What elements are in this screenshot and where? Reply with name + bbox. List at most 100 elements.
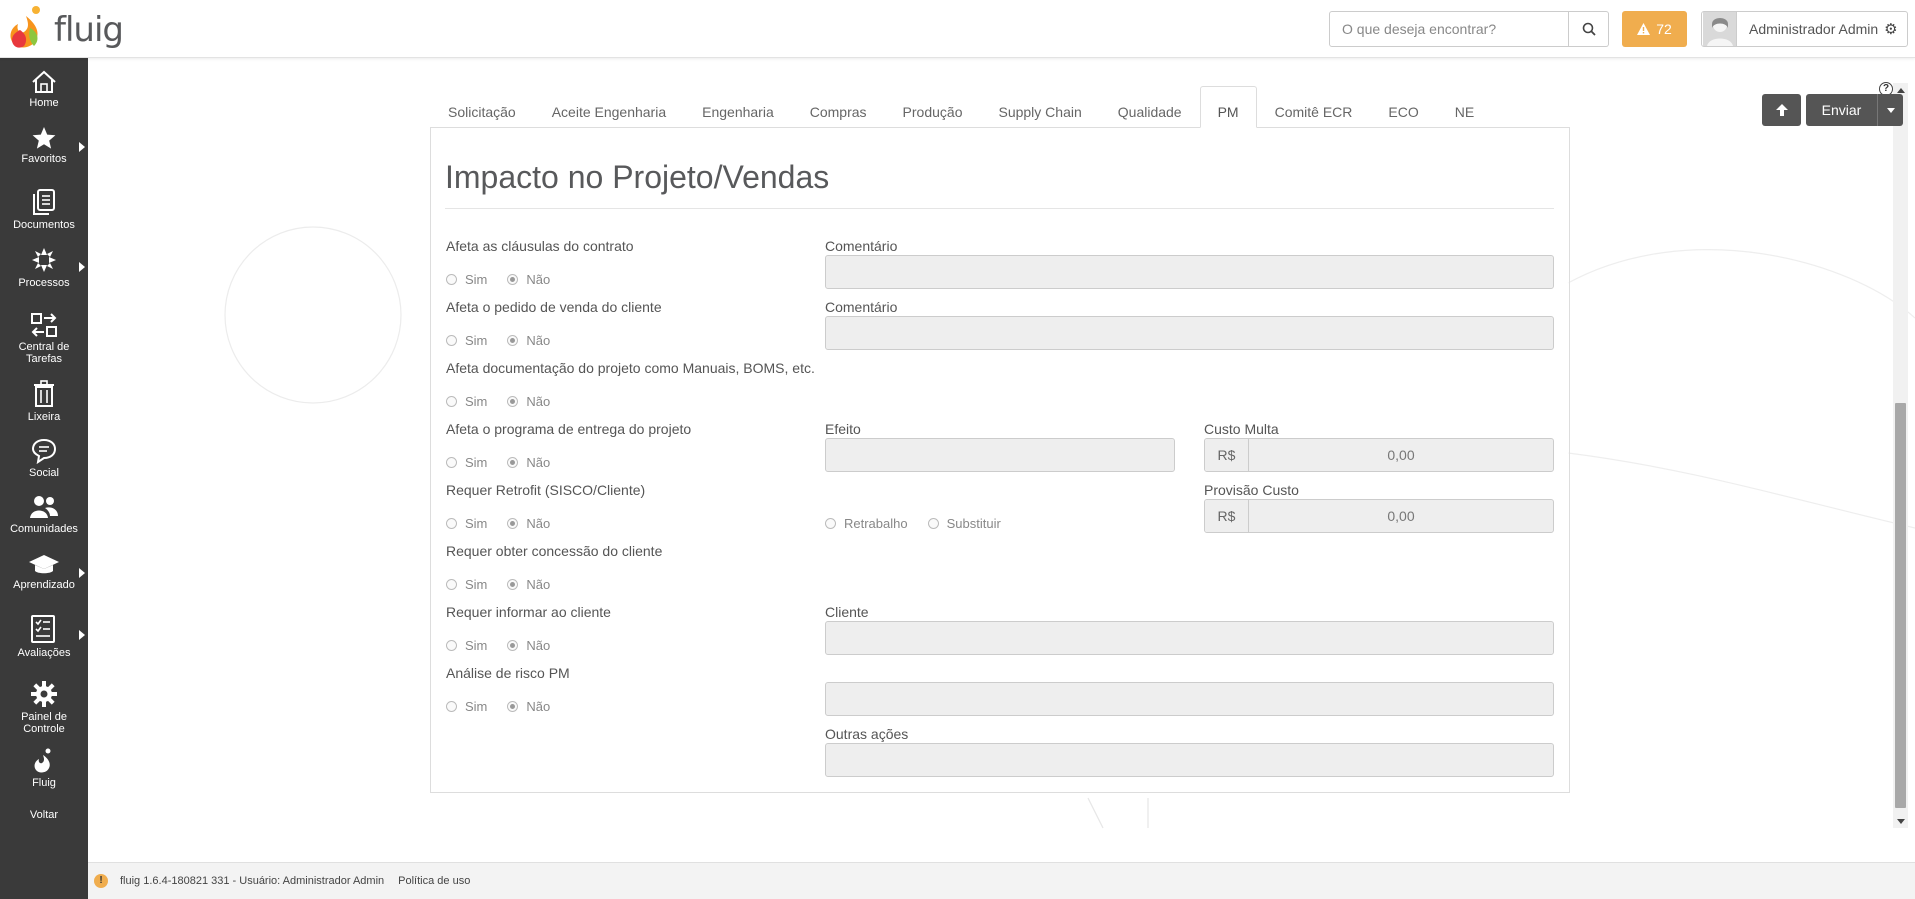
tab-producao[interactable]: Produção (885, 86, 981, 128)
question-label: Requer informar ao cliente (446, 604, 611, 620)
sidebar-item-label: Lixeira (27, 411, 61, 423)
expand-arrow-icon[interactable] (79, 630, 85, 640)
sidebar-item-favoritos[interactable]: Favoritos (0, 126, 88, 165)
scroll-down-arrow[interactable] (1893, 814, 1908, 828)
comment-field[interactable] (825, 316, 1554, 350)
send-dropdown-button[interactable] (1877, 94, 1903, 126)
tab-comite-ecr[interactable]: Comitê ECR (1257, 86, 1371, 128)
user-menu-button[interactable]: Administrador Admin ⚙ (1701, 11, 1908, 47)
tab-pm[interactable]: PM (1199, 86, 1257, 128)
sidebar-item-label: Painel de Controle (21, 711, 67, 735)
radio-nao[interactable] (507, 640, 519, 651)
radio-sim[interactable] (446, 396, 457, 407)
policy-link[interactable]: Política de uso (398, 875, 470, 887)
currency-addon: R$ (1205, 500, 1249, 532)
radio-nao[interactable] (507, 579, 519, 590)
search-input[interactable] (1330, 12, 1568, 46)
sidebar-item-avaliacoes[interactable]: Avaliações (0, 614, 88, 659)
retrofit-radio-group: Retrabalho Substituir (825, 516, 1001, 531)
scroll-top-button[interactable] (1762, 94, 1801, 126)
sidebar-item-label: Processos (18, 277, 70, 289)
sidebar-item-social[interactable]: Social (0, 438, 88, 479)
radio-sim[interactable] (446, 457, 457, 468)
tasks-icon (31, 313, 57, 337)
tab-qualidade[interactable]: Qualidade (1100, 86, 1200, 128)
send-button[interactable]: Enviar (1806, 94, 1877, 126)
tab-supply-chain[interactable]: Supply Chain (980, 86, 1099, 128)
tab-solicitacao[interactable]: Solicitação (430, 86, 534, 128)
tab-engenharia[interactable]: Engenharia (684, 86, 792, 128)
radio-nao[interactable] (507, 396, 519, 407)
logo-text: fluig (54, 10, 124, 50)
sidebar-item-painel-de-controle[interactable]: Painel de Controle (0, 680, 88, 735)
expand-arrow-icon[interactable] (79, 262, 85, 272)
radio-group: Sim Não (446, 638, 550, 653)
alerts-button[interactable]: 72 (1622, 11, 1687, 47)
cost-provision-field[interactable]: R$ 0,00 (1204, 499, 1554, 533)
sidebar-item-home[interactable]: Home (0, 70, 88, 109)
radio-label: Sim (465, 272, 488, 287)
effect-field[interactable] (825, 438, 1175, 472)
sidebar-item-voltar[interactable]: Voltar (0, 809, 88, 821)
comment-field[interactable] (825, 255, 1554, 289)
radio-label: Não (526, 394, 551, 409)
expand-arrow-icon[interactable] (79, 142, 85, 152)
user-name: Administrador Admin (1749, 21, 1879, 37)
radio-group: Sim Não (446, 333, 550, 348)
tab-ne[interactable]: NE (1437, 86, 1492, 128)
question-label: Análise de risco PM (446, 665, 570, 681)
sidebar-item-lixeira[interactable]: Lixeira (0, 380, 88, 423)
radio-nao[interactable] (507, 274, 519, 285)
social-icon (31, 438, 57, 464)
sidebar-item-aprendizado[interactable]: Aprendizado (0, 552, 88, 591)
sidebar-item-comunidades[interactable]: Comunidades (0, 494, 88, 535)
radio-sim[interactable] (446, 701, 457, 712)
sidebar-item-label: Aprendizado (13, 579, 75, 591)
cost-provision-label: Provisão Custo (1204, 482, 1299, 498)
home-icon (32, 70, 56, 93)
radio-nao[interactable] (507, 457, 519, 468)
warning-icon: ! (94, 874, 108, 888)
gear-icon (31, 681, 57, 707)
question-label: Afeta documentação do projeto como Manua… (446, 360, 815, 376)
tab-compras[interactable]: Compras (792, 86, 885, 128)
radio-sim[interactable] (446, 579, 457, 590)
sidebar-item-documentos[interactable]: Documentos (0, 188, 88, 231)
scrollbar-thumb[interactable] (1895, 403, 1906, 808)
star-icon (32, 127, 56, 149)
expand-arrow-icon[interactable] (79, 568, 85, 578)
risk-analysis-field[interactable] (825, 682, 1554, 716)
radio-label: Sim (465, 699, 488, 714)
tab-eco[interactable]: ECO (1370, 86, 1436, 128)
radio-nao[interactable] (507, 701, 519, 712)
radio-sim[interactable] (446, 335, 457, 346)
client-label: Cliente (825, 604, 869, 620)
radio-group: Sim Não (446, 272, 550, 287)
radio-nao[interactable] (507, 518, 519, 529)
radio-nao[interactable] (507, 335, 519, 346)
sidebar-item-fluig[interactable]: Fluig (0, 748, 88, 789)
search-icon (1582, 22, 1596, 36)
alerts-count: 72 (1656, 21, 1672, 37)
sidebar-item-processos[interactable]: Processos (0, 246, 88, 289)
client-field[interactable] (825, 621, 1554, 655)
radio-sim[interactable] (446, 274, 457, 285)
radio-substituir[interactable] (927, 518, 939, 529)
radio-sim[interactable] (446, 518, 457, 529)
other-actions-field[interactable] (825, 743, 1554, 777)
radio-label: Não (526, 577, 551, 592)
sidebar: Home Favoritos Documentos Processos Cent… (0, 58, 88, 899)
main-content: Solicitação Aceite Engenharia Engenharia… (88, 58, 1915, 861)
sidebar-item-central-de-tarefas[interactable]: Central de Tarefas (0, 312, 88, 365)
scrollbar[interactable] (1893, 83, 1908, 828)
radio-retrabalho[interactable] (825, 518, 836, 529)
top-bar: fluig 72 Administrador Admin ⚙ (0, 0, 1915, 58)
fluig-icon (34, 748, 51, 773)
tab-aceite-engenharia[interactable]: Aceite Engenharia (534, 86, 684, 128)
fluig-logo[interactable]: fluig (6, 2, 124, 54)
radio-label: Não (526, 516, 551, 531)
sidebar-item-label: Comunidades (10, 523, 78, 535)
penalty-cost-field[interactable]: R$ 0,00 (1204, 438, 1554, 472)
radio-sim[interactable] (446, 640, 457, 651)
search-button[interactable] (1569, 11, 1609, 47)
